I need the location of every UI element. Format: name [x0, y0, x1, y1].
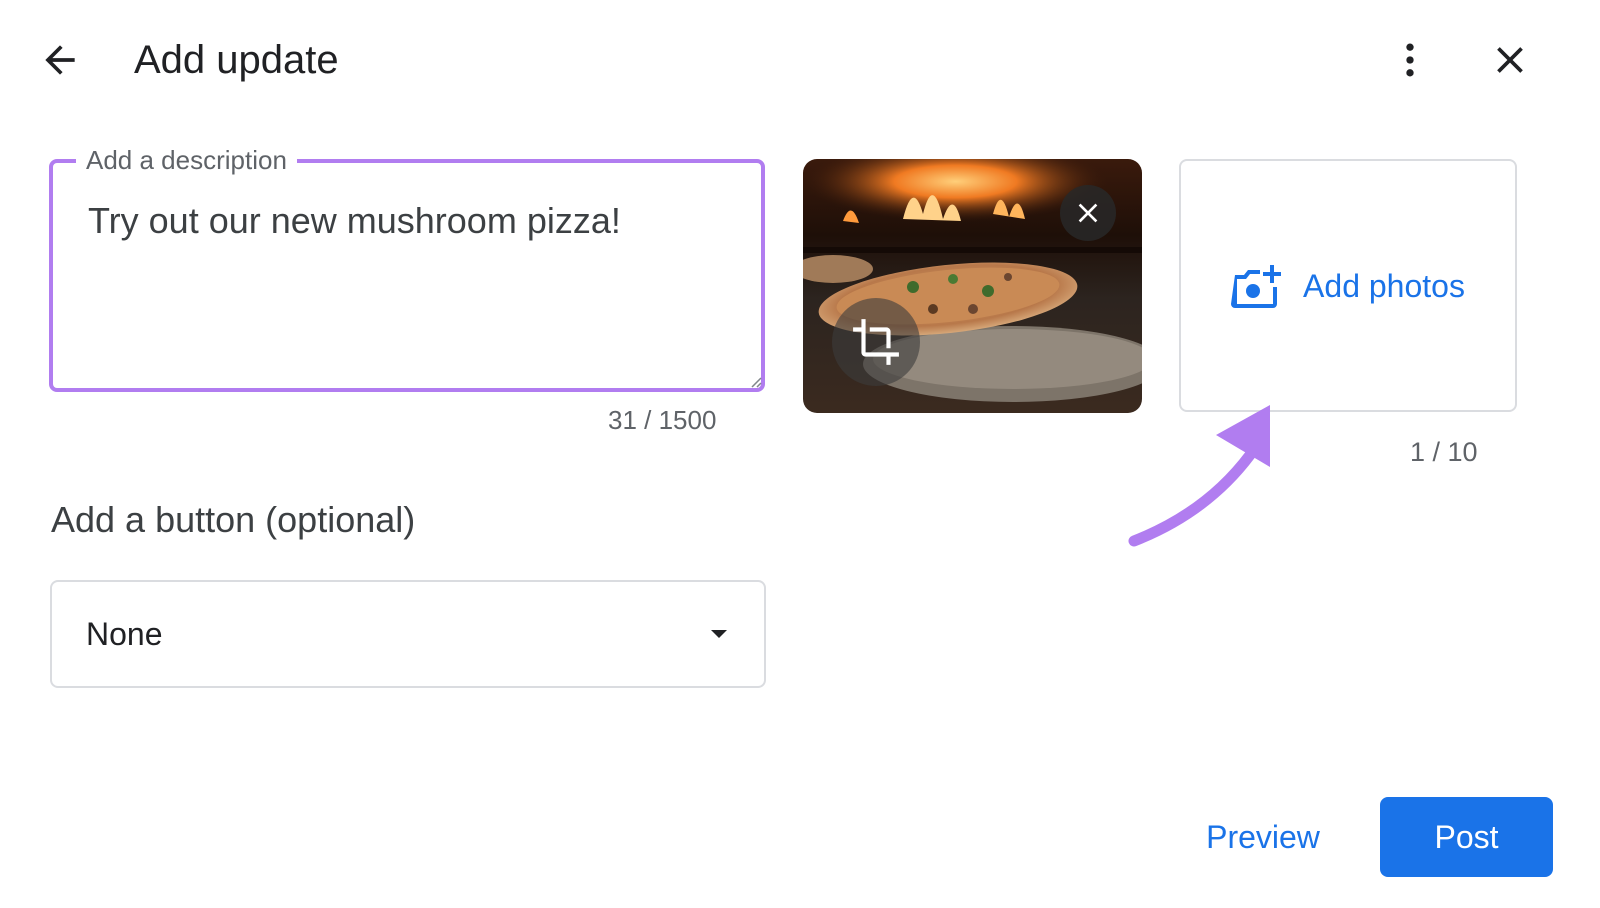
resize-handle-icon[interactable]	[748, 374, 762, 388]
arrow-back-icon	[45, 45, 75, 75]
page-title: Add update	[134, 38, 339, 82]
preview-button[interactable]: Preview	[1180, 797, 1346, 877]
remove-photo-button[interactable]	[1060, 185, 1116, 241]
button-type-selected-value: None	[86, 616, 163, 652]
add-photos-button[interactable]: Add photos	[1179, 159, 1517, 412]
add-photo-camera-icon	[1231, 264, 1282, 308]
post-button[interactable]: Post	[1380, 797, 1553, 877]
more-vert-icon	[1406, 43, 1414, 77]
more-options-button[interactable]	[1380, 30, 1440, 90]
description-label: Add a description	[76, 144, 297, 176]
crop-icon	[853, 319, 899, 365]
add-photos-label: Add photos	[1303, 267, 1465, 304]
character-counter: 31 / 1500	[608, 405, 717, 435]
description-textarea[interactable]	[49, 159, 765, 392]
annotation-arrow	[1128, 405, 1270, 547]
button-section-heading: Add a button (optional)	[51, 499, 416, 540]
photo-counter: 1 / 10	[1410, 437, 1478, 467]
close-icon	[1078, 203, 1098, 223]
close-button[interactable]	[1480, 30, 1540, 90]
dropdown-caret-icon	[711, 630, 727, 638]
close-icon	[1497, 47, 1523, 73]
back-button[interactable]	[30, 30, 90, 90]
description-value[interactable]: Try out our new mushroom pizza!	[88, 198, 621, 244]
crop-photo-button[interactable]	[832, 298, 920, 386]
